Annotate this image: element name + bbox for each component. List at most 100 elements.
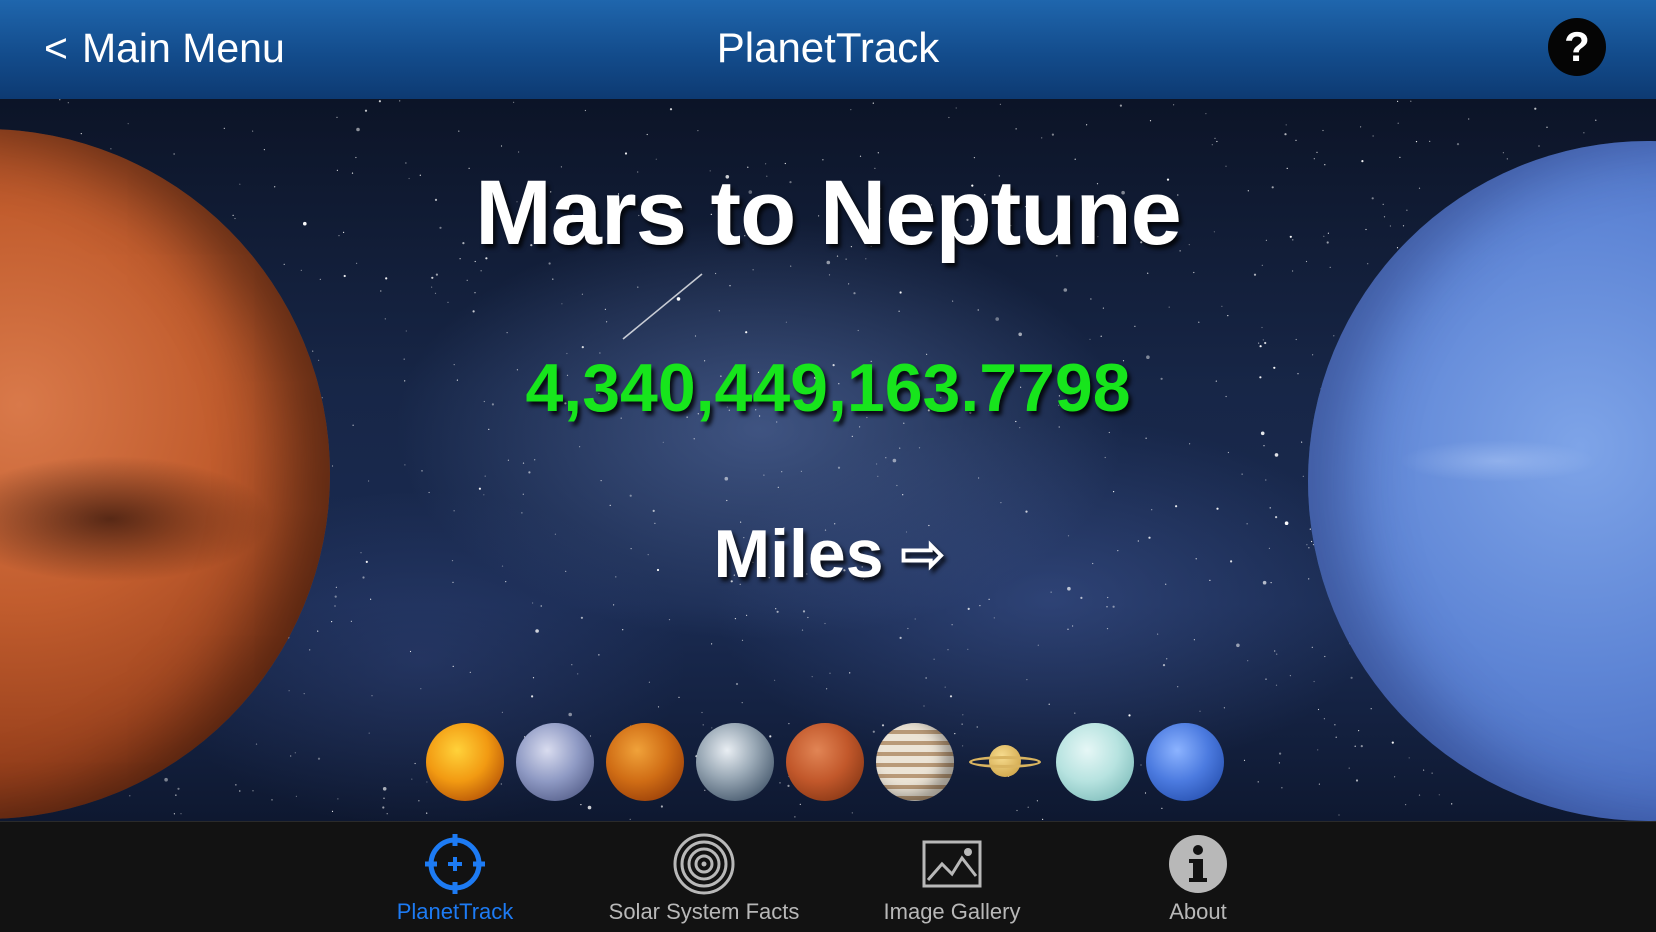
star xyxy=(1147,272,1149,274)
star xyxy=(420,688,422,690)
star xyxy=(977,309,979,311)
uranus-icon[interactable] xyxy=(1056,723,1134,801)
saturn-icon[interactable] xyxy=(966,723,1044,801)
tab-about[interactable]: About xyxy=(1078,822,1318,932)
star xyxy=(1086,124,1088,126)
unit-toggle-button[interactable]: Miles ⇨ xyxy=(700,509,960,599)
star xyxy=(506,332,508,334)
star xyxy=(334,595,337,598)
star xyxy=(1246,523,1248,525)
star xyxy=(554,533,557,535)
star xyxy=(1214,137,1216,139)
star xyxy=(1000,502,1002,504)
star xyxy=(1278,762,1280,764)
star xyxy=(129,795,131,797)
star xyxy=(552,278,554,280)
star xyxy=(955,107,957,109)
star xyxy=(669,108,673,111)
star xyxy=(1067,628,1069,630)
star xyxy=(458,130,460,132)
earth-icon[interactable] xyxy=(696,723,774,801)
mercury-icon[interactable] xyxy=(516,723,594,801)
star xyxy=(1253,273,1257,276)
star xyxy=(263,149,265,151)
star xyxy=(1308,578,1310,580)
star xyxy=(1128,714,1131,717)
star xyxy=(356,127,360,132)
mars-icon[interactable] xyxy=(786,723,864,801)
star xyxy=(1269,507,1271,509)
star xyxy=(729,285,731,287)
star xyxy=(763,474,765,476)
star xyxy=(1261,326,1263,329)
star xyxy=(1274,453,1279,457)
star xyxy=(777,486,779,488)
star xyxy=(1112,605,1115,608)
star xyxy=(853,292,856,295)
star xyxy=(1027,806,1029,808)
star xyxy=(949,695,953,698)
star xyxy=(1415,141,1418,143)
neptune-icon[interactable] xyxy=(1146,723,1224,801)
star xyxy=(1311,646,1313,648)
venus-icon[interactable] xyxy=(606,723,684,801)
star xyxy=(362,576,365,579)
star xyxy=(1195,558,1197,560)
star xyxy=(745,331,748,334)
star xyxy=(378,100,381,103)
star xyxy=(829,672,831,674)
star xyxy=(431,276,434,279)
star xyxy=(1583,132,1585,134)
star xyxy=(380,290,382,292)
jupiter-icon[interactable] xyxy=(876,723,954,801)
star xyxy=(697,130,699,132)
unit-label: Miles xyxy=(713,516,884,592)
star xyxy=(1211,144,1213,146)
tab-planettrack[interactable]: PlanetTrack xyxy=(335,822,575,932)
star xyxy=(364,109,368,112)
star xyxy=(1317,708,1320,711)
star xyxy=(1262,339,1264,341)
star xyxy=(741,639,744,641)
tab-solar-system-facts[interactable]: Solar System Facts xyxy=(584,822,824,932)
star xyxy=(1595,119,1597,121)
star xyxy=(654,522,656,524)
star xyxy=(1102,307,1104,309)
star xyxy=(1090,298,1092,300)
star xyxy=(1285,124,1287,126)
star xyxy=(999,103,1002,105)
star xyxy=(1209,579,1211,581)
star xyxy=(1216,507,1219,510)
star xyxy=(1311,540,1313,543)
star xyxy=(252,130,254,132)
star xyxy=(587,805,592,810)
star xyxy=(925,677,927,679)
star xyxy=(540,605,542,607)
star xyxy=(300,269,302,271)
star xyxy=(453,510,455,512)
star xyxy=(1168,306,1170,308)
star xyxy=(1149,120,1152,122)
help-icon[interactable]: ? xyxy=(1548,18,1606,76)
star xyxy=(1106,628,1109,630)
star xyxy=(584,109,587,112)
star xyxy=(1166,658,1168,660)
star xyxy=(741,702,743,704)
tab-label: Image Gallery xyxy=(883,899,1021,924)
star xyxy=(522,462,525,464)
sun-icon[interactable] xyxy=(426,723,504,801)
star xyxy=(1358,730,1360,732)
star xyxy=(1263,445,1265,447)
star xyxy=(902,494,904,496)
star xyxy=(850,109,852,111)
star xyxy=(1335,736,1337,738)
star xyxy=(513,101,515,103)
tab-image-gallery[interactable]: Image Gallery xyxy=(832,822,1072,932)
star xyxy=(907,627,909,630)
star xyxy=(309,649,311,651)
star xyxy=(1119,104,1122,107)
star xyxy=(1074,158,1076,160)
star xyxy=(1199,710,1201,712)
star xyxy=(1015,128,1017,130)
star xyxy=(127,123,129,125)
